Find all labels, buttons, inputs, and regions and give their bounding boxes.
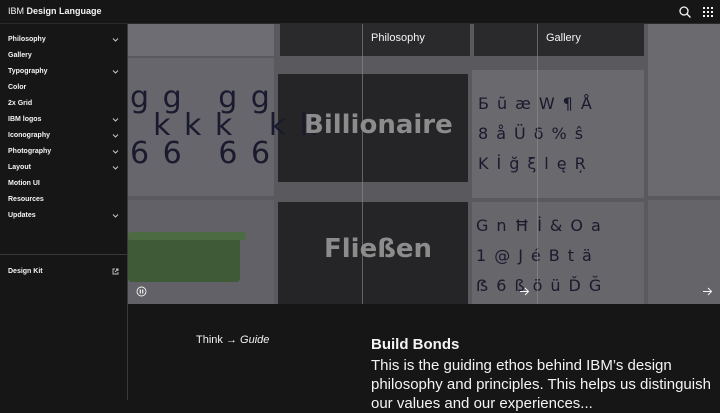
sidebar-divider: [0, 254, 127, 255]
chevron-down-icon: [112, 150, 119, 154]
sidebar-item-gallery[interactable]: Gallery: [0, 48, 127, 64]
glyph-grid-row: KİğξlęŖ: [478, 154, 594, 173]
sidebar-item-2x-grid[interactable]: 2x Grid: [0, 96, 127, 112]
sidebar-item-label: Philosophy: [8, 36, 46, 43]
sidebar-item-color[interactable]: Color: [0, 80, 127, 96]
sidebar-item-philosophy[interactable]: Philosophy: [0, 32, 127, 48]
section-body: This is the guiding ethos behind IBM’s d…: [371, 357, 711, 412]
glyph-grid-row: ẞ6ßöüĎĞ: [476, 276, 610, 295]
sidebar-item-label: Resources: [8, 196, 44, 203]
sidebar-item-label: Motion UI: [8, 180, 40, 187]
chevron-down-icon: [112, 166, 119, 170]
sidebar-item-typography[interactable]: Typography: [0, 64, 127, 80]
sidebar-item-design-kit[interactable]: Design Kit: [0, 264, 127, 280]
top-header: IBM Design Language: [0, 0, 720, 24]
sidebar-item-iconography[interactable]: Iconography: [0, 128, 127, 144]
specimen-word-fliessen: Fließen: [324, 234, 433, 264]
brand-logo[interactable]: IBM Design Language: [8, 6, 102, 16]
arrow-right-icon[interactable]: [519, 286, 530, 297]
chevron-down-icon: [112, 134, 119, 138]
chevron-down-icon: [112, 70, 119, 74]
sidebar-item-label: Color: [8, 84, 27, 91]
glyph-grid-row: БũæW¶Å: [478, 94, 600, 113]
app-switcher-icon[interactable]: [701, 5, 715, 19]
sidebar-item-label: IBM logos: [8, 116, 42, 123]
eyebrow-prefix: Think →: [196, 334, 241, 346]
specimen-word-billionaire: Billionaire: [304, 110, 453, 140]
search-icon[interactable]: [678, 5, 692, 19]
sidebar-item-label: 2x Grid: [8, 100, 33, 107]
sidebar-item-ibm-logos[interactable]: IBM logos: [0, 112, 127, 128]
sidebar-item-label: Iconography: [8, 132, 51, 139]
glyph-grid-row: 8åÜδ%ŝ: [478, 124, 592, 143]
glyph-grid-row: GnĦİ&Oa: [476, 216, 609, 235]
chevron-down-icon: [112, 214, 119, 218]
arrow-right-icon[interactable]: [702, 286, 713, 297]
typewriter-image: [128, 238, 240, 282]
chevron-down-icon: [112, 38, 119, 42]
column-divider: [362, 24, 363, 304]
sidebar-item-label: Gallery: [8, 52, 32, 59]
hero-link-gallery[interactable]: Gallery: [546, 32, 581, 44]
launch-icon: [112, 268, 119, 275]
section-title: Build Bonds: [371, 336, 460, 353]
hero-tile: [128, 24, 274, 56]
column-divider: [537, 24, 538, 304]
main-content: Think → Guide Build Bonds This is the gu…: [128, 304, 720, 412]
hero-link-philosophy[interactable]: Philosophy: [371, 32, 425, 44]
section-eyebrow: Think → Guide: [196, 334, 269, 346]
pause-icon[interactable]: [136, 286, 147, 297]
brand-prefix: IBM: [8, 6, 25, 16]
hero-tile: [648, 24, 720, 196]
hero-image: g g g g k k k k k 6 6 6 6 Billionaire Fl…: [128, 24, 720, 304]
sidebar-item-label: Layout: [8, 164, 31, 171]
sidebar-item-resources[interactable]: Resources: [0, 192, 127, 208]
eyebrow-emphasis: Guide: [240, 334, 270, 346]
brand-name: Design Language: [26, 6, 102, 16]
glyph-specimen-6: 6 6 6 6: [130, 136, 273, 171]
sidebar-item-photography[interactable]: Photography: [0, 144, 127, 160]
sidebar-item-label: Updates: [8, 212, 36, 219]
typewriter-platen: [128, 232, 246, 240]
sidebar-item-label: Photography: [8, 148, 52, 155]
sidebar-item-motion-ui[interactable]: Motion UI: [0, 176, 127, 192]
sidebar-item-layout[interactable]: Layout: [0, 160, 127, 176]
chevron-down-icon: [112, 118, 119, 122]
sidebar-item-updates[interactable]: Updates: [0, 208, 127, 224]
sidebar-nav: Philosophy Gallery Typography Color 2x G…: [0, 24, 128, 400]
sidebar-item-label: Typography: [8, 68, 48, 75]
sidebar-item-label: Design Kit: [8, 268, 43, 275]
